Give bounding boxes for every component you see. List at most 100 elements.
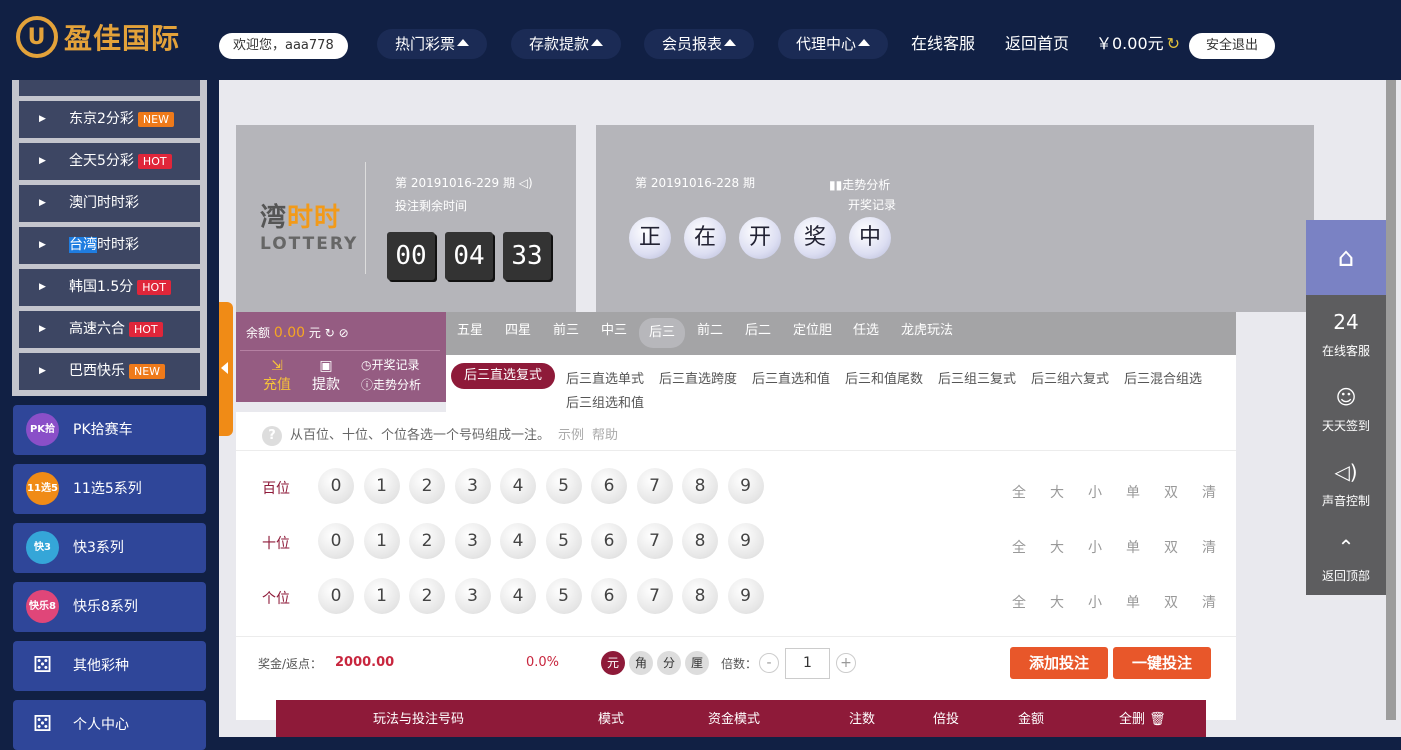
tab-any[interactable]: 任选 bbox=[853, 312, 879, 355]
tab-back2[interactable]: 后二 bbox=[745, 312, 771, 355]
tab-front3[interactable]: 前三 bbox=[553, 312, 579, 355]
withdraw-button[interactable]: ▣ 提款 bbox=[312, 358, 340, 394]
quick-select-button[interactable]: 清 bbox=[1202, 537, 1216, 557]
sidebar-item-allday-5min[interactable]: ▶ 全天5分彩 HOT bbox=[19, 143, 200, 180]
tab-dragon-tiger[interactable]: 龙虎玩法 bbox=[901, 312, 953, 355]
subtab-sum-tail[interactable]: 后三和值尾数 bbox=[845, 368, 923, 387]
float-online-service[interactable]: 24 在线客服 bbox=[1306, 310, 1386, 359]
number-ball[interactable]: 2 bbox=[409, 468, 445, 504]
subtab-group6[interactable]: 后三组六复式 bbox=[1031, 368, 1109, 387]
tab-4star[interactable]: 四星 bbox=[505, 312, 531, 355]
quick-select-button[interactable]: 单 bbox=[1126, 592, 1140, 612]
category-pk10[interactable]: PK拾 PK拾赛车 bbox=[13, 405, 206, 455]
number-ball[interactable]: 9 bbox=[727, 578, 764, 614]
number-ball[interactable]: 0 bbox=[318, 578, 354, 614]
number-ball[interactable]: 2 bbox=[409, 523, 445, 559]
plus-button[interactable]: + bbox=[836, 653, 856, 673]
quick-select-button[interactable]: 清 bbox=[1202, 592, 1216, 612]
subtab-direct-sum[interactable]: 后三直选和值 bbox=[752, 368, 830, 387]
number-ball[interactable]: 3 bbox=[454, 523, 491, 559]
number-ball[interactable]: 8 bbox=[682, 468, 718, 504]
home-button[interactable]: ⌂ bbox=[1306, 220, 1386, 295]
nav-deposit-withdraw[interactable]: 存款提款 bbox=[511, 29, 622, 59]
number-ball[interactable]: 0 bbox=[318, 523, 354, 559]
help-link[interactable]: 帮助 bbox=[592, 428, 618, 443]
quick-select-button[interactable]: 双 bbox=[1164, 592, 1178, 612]
quick-select-button[interactable]: 大 bbox=[1050, 592, 1064, 612]
number-ball[interactable]: 6 bbox=[591, 578, 627, 614]
number-ball[interactable]: 7 bbox=[636, 578, 673, 614]
number-ball[interactable]: 4 bbox=[500, 523, 536, 559]
number-ball[interactable]: 1 bbox=[363, 578, 400, 614]
nav-hot-lottery[interactable]: 热门彩票 bbox=[377, 29, 488, 59]
float-back-to-top[interactable]: ⌃ 返回顶部 bbox=[1306, 535, 1386, 584]
quick-select-button[interactable]: 双 bbox=[1164, 537, 1178, 557]
history-link[interactable]: 开奖记录 bbox=[848, 196, 896, 213]
tab-back3[interactable]: 后三 bbox=[639, 318, 686, 348]
number-ball[interactable]: 1 bbox=[363, 468, 400, 504]
number-ball[interactable]: 5 bbox=[545, 468, 582, 504]
quick-select-button[interactable]: 全 bbox=[1012, 592, 1026, 612]
number-ball[interactable]: 5 bbox=[545, 578, 582, 614]
unit-jiao[interactable]: 角 bbox=[629, 651, 653, 675]
multiplier-input[interactable]: 1 bbox=[785, 648, 830, 679]
minus-button[interactable]: - bbox=[759, 653, 779, 673]
subtab-group3[interactable]: 后三组三复式 bbox=[938, 368, 1016, 387]
quick-select-button[interactable]: 单 bbox=[1126, 482, 1140, 502]
quick-select-button[interactable]: 小 bbox=[1088, 592, 1102, 612]
logout-button[interactable]: 安全退出 bbox=[1189, 33, 1275, 59]
float-sound-control[interactable]: ◁) 声音控制 bbox=[1306, 460, 1386, 509]
quick-select-button[interactable]: 小 bbox=[1088, 537, 1102, 557]
unit-li[interactable]: 厘 bbox=[685, 651, 709, 675]
number-ball[interactable]: 3 bbox=[454, 468, 491, 504]
number-ball[interactable]: 8 bbox=[682, 578, 718, 614]
delete-all-button[interactable]: 全删 🗑 bbox=[1119, 708, 1166, 727]
unit-fen[interactable]: 分 bbox=[657, 651, 681, 675]
quick-bet-button[interactable]: 一键投注 bbox=[1113, 647, 1211, 679]
subtab-group-sum[interactable]: 后三组选和值 bbox=[566, 392, 644, 411]
number-ball[interactable]: 4 bbox=[500, 578, 536, 614]
number-ball[interactable]: 3 bbox=[454, 578, 491, 614]
number-ball[interactable]: 8 bbox=[682, 523, 718, 559]
tab-5star[interactable]: 五星 bbox=[457, 312, 483, 355]
subtab-direct-compound[interactable]: 后三直选复式 bbox=[451, 363, 556, 389]
page-scrollbar[interactable] bbox=[1386, 80, 1396, 720]
nav-agent-center[interactable]: 代理中心 bbox=[778, 29, 889, 59]
trend-link[interactable]: ⓘ走势分析 bbox=[361, 376, 421, 393]
tab-mid3[interactable]: 中三 bbox=[601, 312, 627, 355]
category-kl8[interactable]: 快乐8 快乐8系列 bbox=[13, 582, 206, 632]
sidebar-item-taiwan[interactable]: ▶ 台湾时时彩 bbox=[19, 227, 200, 264]
unit-yuan[interactable]: 元 bbox=[601, 651, 625, 675]
quick-select-button[interactable]: 全 bbox=[1012, 482, 1026, 502]
subtab-direct-span[interactable]: 后三直选跨度 bbox=[659, 368, 737, 387]
quick-select-button[interactable]: 清 bbox=[1202, 482, 1216, 502]
quick-select-button[interactable]: 全 bbox=[1012, 537, 1026, 557]
number-ball[interactable]: 0 bbox=[318, 468, 354, 504]
number-ball[interactable]: 1 bbox=[363, 523, 400, 559]
refresh-icon[interactable]: ↻ bbox=[1167, 34, 1180, 53]
sidebar-item-brazil[interactable]: ▶ 巴西快乐 NEW bbox=[19, 353, 200, 390]
category-personal[interactable]: ⚄ 个人中心 bbox=[13, 700, 206, 750]
example-link[interactable]: 示例 bbox=[558, 428, 584, 443]
category-11x5[interactable]: 11选5 11选5系列 bbox=[13, 464, 206, 514]
add-bet-button[interactable]: 添加投注 bbox=[1010, 647, 1108, 679]
number-ball[interactable]: 9 bbox=[727, 468, 764, 504]
number-ball[interactable]: 9 bbox=[727, 523, 764, 559]
nav-online-service[interactable]: 在线客服 bbox=[911, 29, 975, 59]
number-ball[interactable]: 6 bbox=[591, 468, 627, 504]
subtab-direct-single[interactable]: 后三直选单式 bbox=[566, 368, 644, 387]
tab-front2[interactable]: 前二 bbox=[697, 312, 723, 355]
number-ball[interactable]: 5 bbox=[545, 523, 582, 559]
quick-select-button[interactable]: 小 bbox=[1088, 482, 1102, 502]
nav-home[interactable]: 返回首页 bbox=[1005, 29, 1069, 59]
float-daily-signin[interactable]: ☺ 天天签到 bbox=[1306, 385, 1386, 434]
number-ball[interactable]: 6 bbox=[591, 523, 627, 559]
sidebar-item-macau[interactable]: ▶ 澳门时时彩 bbox=[19, 185, 200, 222]
number-ball[interactable]: 7 bbox=[636, 468, 673, 504]
quick-select-button[interactable]: 大 bbox=[1050, 482, 1064, 502]
quick-select-button[interactable]: 单 bbox=[1126, 537, 1140, 557]
sidebar-item-partial[interactable] bbox=[19, 80, 200, 96]
nav-member-report[interactable]: 会员报表 bbox=[644, 29, 755, 59]
quick-select-button[interactable]: 双 bbox=[1164, 482, 1178, 502]
hide-eye-icon[interactable]: ⊘ bbox=[339, 326, 349, 340]
